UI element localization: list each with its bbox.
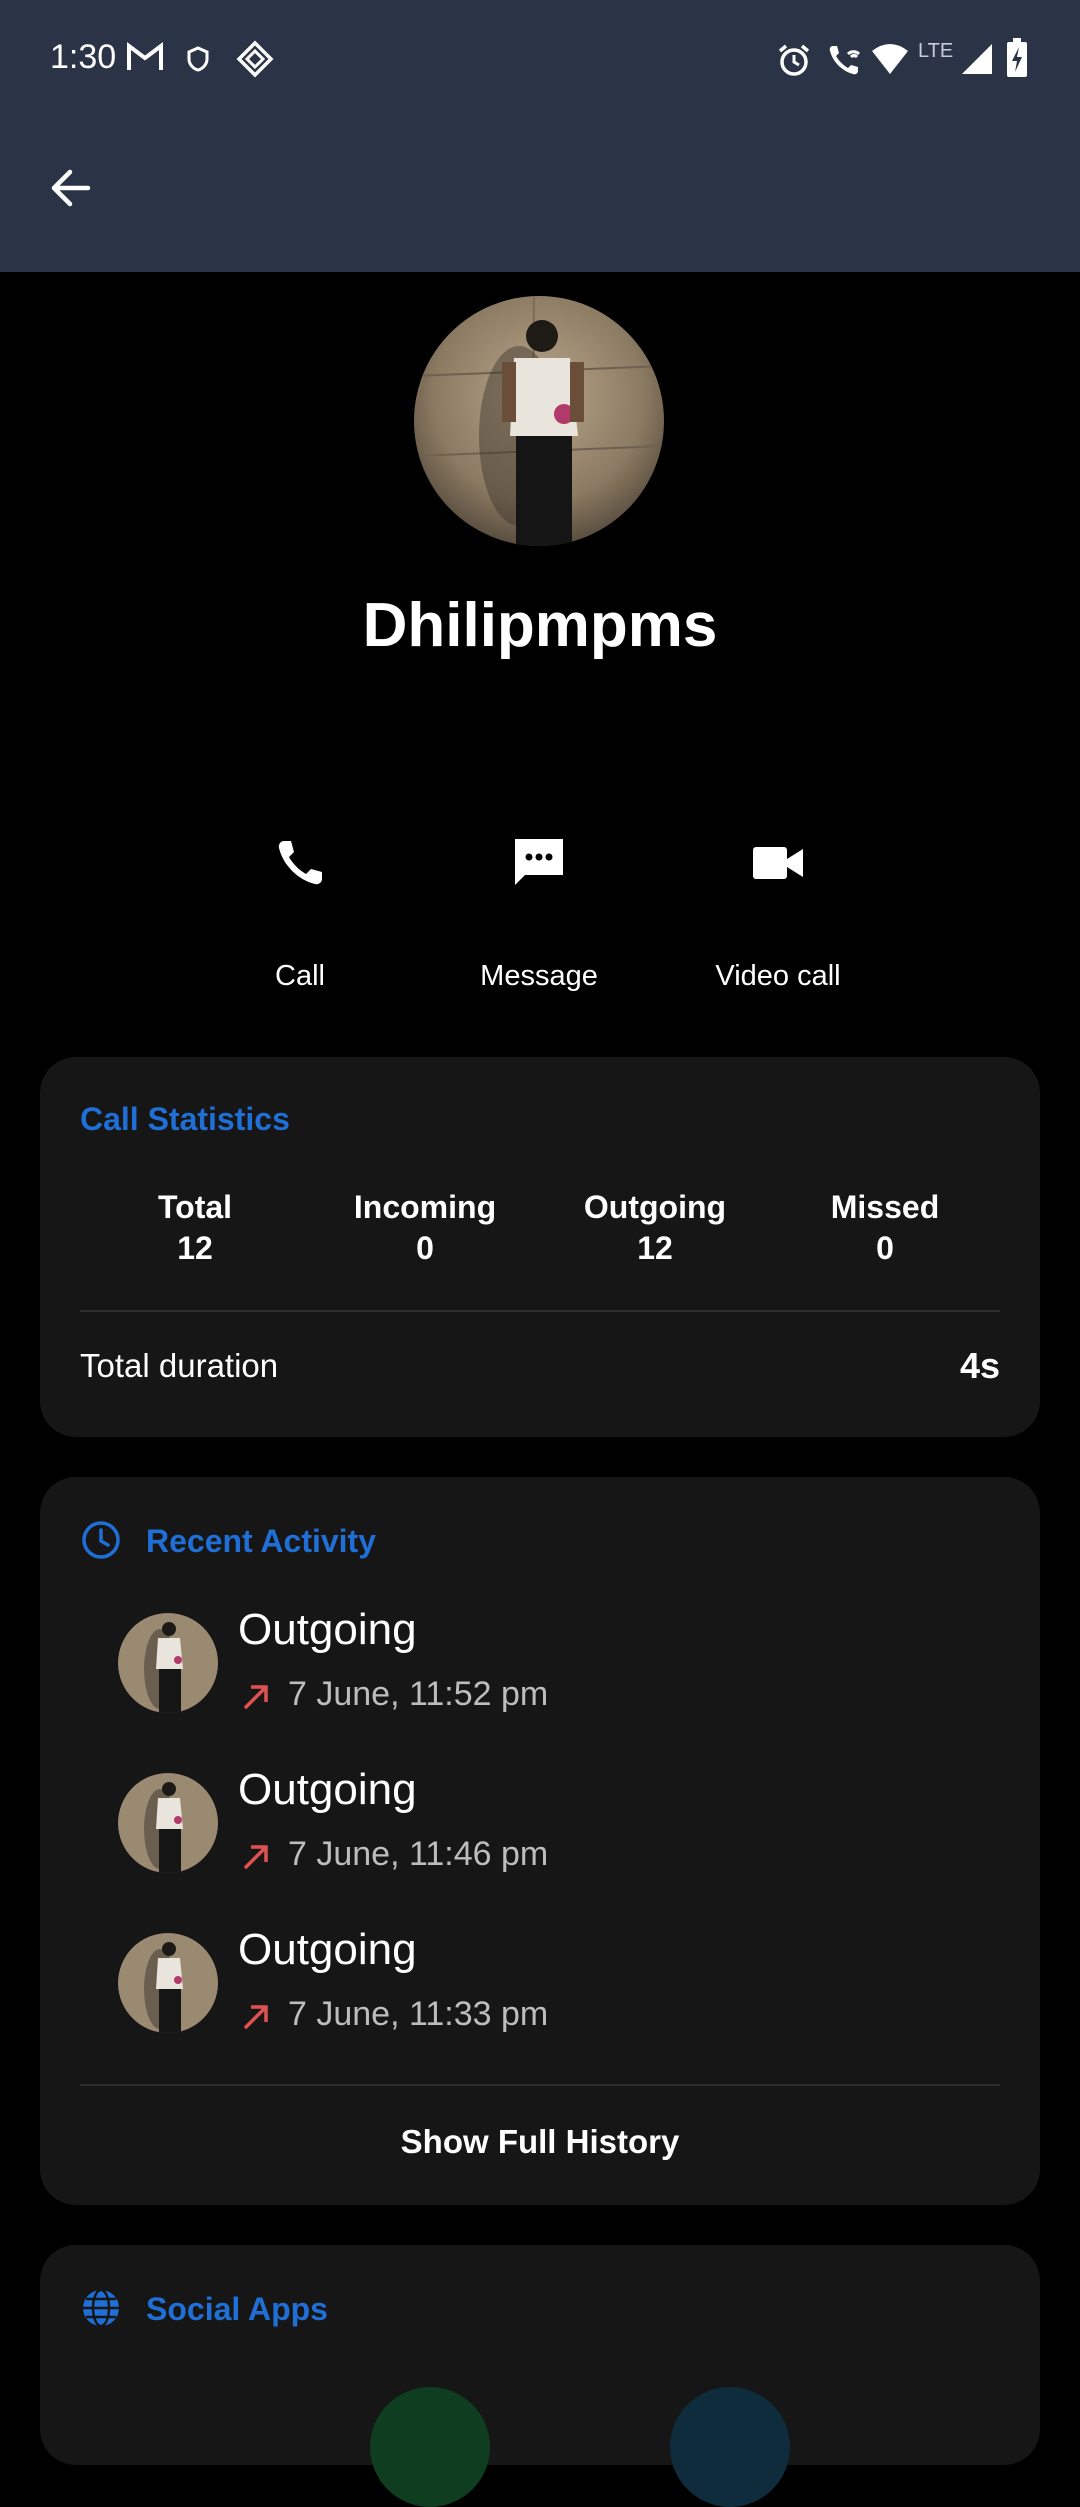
- divider: [80, 2084, 1000, 2086]
- stat-missed: Missed 0: [770, 1187, 1000, 1269]
- status-time: 1:30: [50, 38, 117, 76]
- call-statistics-card: Call Statistics Total 12 Incoming 0 Outg…: [40, 1057, 1040, 1437]
- stat-label: Missed: [830, 1189, 940, 1225]
- activity-item[interactable]: Outgoing 7 June, 11:52 pm: [118, 1605, 958, 1753]
- activity-time: 7 June, 11:52 pm: [288, 1675, 549, 1713]
- lte-icon: LTE: [918, 40, 954, 62]
- vpn-icon: [236, 40, 274, 83]
- wifi-icon: [870, 42, 910, 81]
- stat-value: 0: [416, 1230, 434, 1266]
- alarm-icon: [776, 42, 812, 83]
- stat-label: Total: [157, 1189, 233, 1225]
- call-button[interactable]: Call: [190, 820, 410, 993]
- outgoing-arrow-icon: [240, 2001, 272, 2038]
- activity-time: 7 June, 11:33 pm: [288, 1995, 549, 2033]
- stat-value: 12: [637, 1230, 673, 1266]
- stat-value: 0: [876, 1230, 894, 1266]
- total-duration-value: 4s: [959, 1345, 1000, 1386]
- activity-type: Outgoing: [238, 1765, 417, 1814]
- activity-avatar: [118, 1613, 218, 1713]
- globe-icon: [80, 2287, 122, 2334]
- outgoing-arrow-icon: [240, 1681, 272, 1718]
- stat-total: Total 12: [80, 1187, 310, 1269]
- activity-time: 7 June, 11:46 pm: [288, 1835, 549, 1873]
- back-button[interactable]: [40, 160, 100, 220]
- video-call-label: Video call: [715, 960, 841, 992]
- divider: [80, 1310, 1000, 1312]
- contact-avatar[interactable]: [414, 296, 664, 546]
- activity-item[interactable]: Outgoing 7 June, 11:46 pm: [118, 1765, 958, 1913]
- phone-icon: [274, 837, 326, 894]
- message-label: Message: [480, 960, 598, 992]
- social-app-telegram[interactable]: [670, 2387, 790, 2507]
- stat-incoming: Incoming 0: [310, 1187, 540, 1269]
- call-label: Call: [275, 960, 325, 992]
- activity-avatar: [118, 1773, 218, 1873]
- signal-icon: [960, 42, 994, 81]
- stat-outgoing: Outgoing 12: [540, 1187, 770, 1269]
- outgoing-arrow-icon: [240, 1841, 272, 1878]
- total-duration-label: Total duration: [80, 1347, 279, 1384]
- message-icon: [511, 835, 567, 896]
- message-button[interactable]: Message: [429, 820, 649, 993]
- recent-activity-title: Recent Activity: [146, 1523, 376, 1559]
- wifi-call-icon: [826, 42, 864, 83]
- battery-charging-icon: [1006, 38, 1028, 83]
- activity-type: Outgoing: [238, 1605, 417, 1654]
- stat-label: Outgoing: [583, 1189, 727, 1225]
- activity-item[interactable]: Outgoing 7 June, 11:33 pm: [118, 1925, 958, 2073]
- stat-label: Incoming: [353, 1189, 497, 1225]
- recent-activity-card: Recent Activity Outgoing 7 June, 11:52 p…: [40, 1477, 1040, 2205]
- gmail-icon: [126, 40, 164, 77]
- status-bar: 1:30 LTE: [0, 0, 1080, 120]
- shield-icon: [186, 46, 210, 77]
- social-app-whatsapp[interactable]: [370, 2387, 490, 2507]
- arrow-left-icon: [48, 168, 92, 213]
- call-statistics-title: Call Statistics: [80, 1101, 290, 1137]
- contact-name: Dhilipmpms: [362, 591, 718, 660]
- activity-avatar: [118, 1933, 218, 2033]
- show-full-history-button[interactable]: Show Full History: [40, 2123, 1040, 2161]
- app-bar: 1:30 LTE: [0, 0, 1080, 272]
- stat-value: 12: [177, 1230, 213, 1266]
- social-apps-title: Social Apps: [146, 2291, 328, 2327]
- clock-icon: [80, 1519, 122, 1566]
- video-icon: [751, 843, 805, 888]
- social-apps-card: Social Apps: [40, 2245, 1040, 2507]
- activity-type: Outgoing: [238, 1925, 417, 1974]
- video-call-button[interactable]: Video call: [668, 820, 888, 993]
